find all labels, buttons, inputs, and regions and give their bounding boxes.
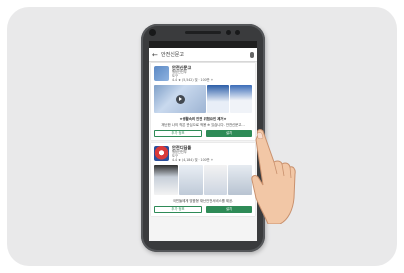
screenshot[interactable]: [230, 85, 252, 113]
install-button[interactable]: 설치: [206, 130, 252, 137]
app-rating: 4.4 ★ (5,542) 및 · 100만 +: [172, 78, 214, 82]
app-icon[interactable]: [154, 146, 169, 161]
front-camera: [149, 29, 156, 36]
screenshot[interactable]: [203, 165, 228, 195]
app-rating: 4.4 ★ (4,184) 및 · 100만 +: [172, 158, 214, 162]
back-arrow-icon[interactable]: ←: [152, 51, 161, 59]
sensor: [235, 30, 240, 35]
app-listing[interactable]: 안전디딤돌 행정안전부 도구 4.4 ★ (4,184) 및 · 100만 + …: [151, 143, 255, 216]
earpiece-speaker: [185, 31, 221, 34]
microphone-icon[interactable]: [250, 51, 254, 58]
smartphone: ← 안전신문고 안전신문고 행정안전부 도구 4.4 ★ (5,542) 및 ·…: [141, 24, 265, 252]
search-query[interactable]: 안전신문고: [161, 51, 250, 58]
pointing-hand-illustration: [251, 129, 296, 224]
screenshot-strip[interactable]: [154, 165, 252, 195]
screenshot[interactable]: [228, 165, 252, 195]
screenshot[interactable]: [207, 85, 230, 113]
app-icon[interactable]: [154, 66, 169, 81]
install-button[interactable]: 설치: [206, 206, 252, 213]
app-description: 국민들에게 맞춤형 재난안전서비스를 제공.: [172, 199, 234, 203]
play-icon[interactable]: [175, 94, 185, 104]
app-description-title: ★생활속의 안전 위험요인 제거★: [179, 117, 227, 121]
screenshot[interactable]: [154, 165, 178, 195]
more-info-button[interactable]: 추가 정보: [154, 206, 202, 213]
screenshot-strip[interactable]: [154, 85, 252, 113]
app-listing[interactable]: 안전신문고 행정안전부 도구 4.4 ★ (5,542) 및 · 100만 + …: [151, 63, 255, 140]
phone-screen: ← 안전신문고 안전신문고 행정안전부 도구 4.4 ★ (5,542) 및 ·…: [149, 41, 257, 241]
screenshot[interactable]: [178, 165, 203, 195]
more-info-button[interactable]: 추가 정보: [154, 130, 202, 137]
search-bar[interactable]: ← 안전신문고: [149, 48, 257, 61]
sensor: [226, 30, 231, 35]
video-preview[interactable]: [154, 85, 207, 113]
app-description: 재난한 나의 작은 관심으로 적용 ⊕ 있습니다. 안전신문고...: [161, 123, 245, 127]
status-bar: [149, 41, 257, 48]
